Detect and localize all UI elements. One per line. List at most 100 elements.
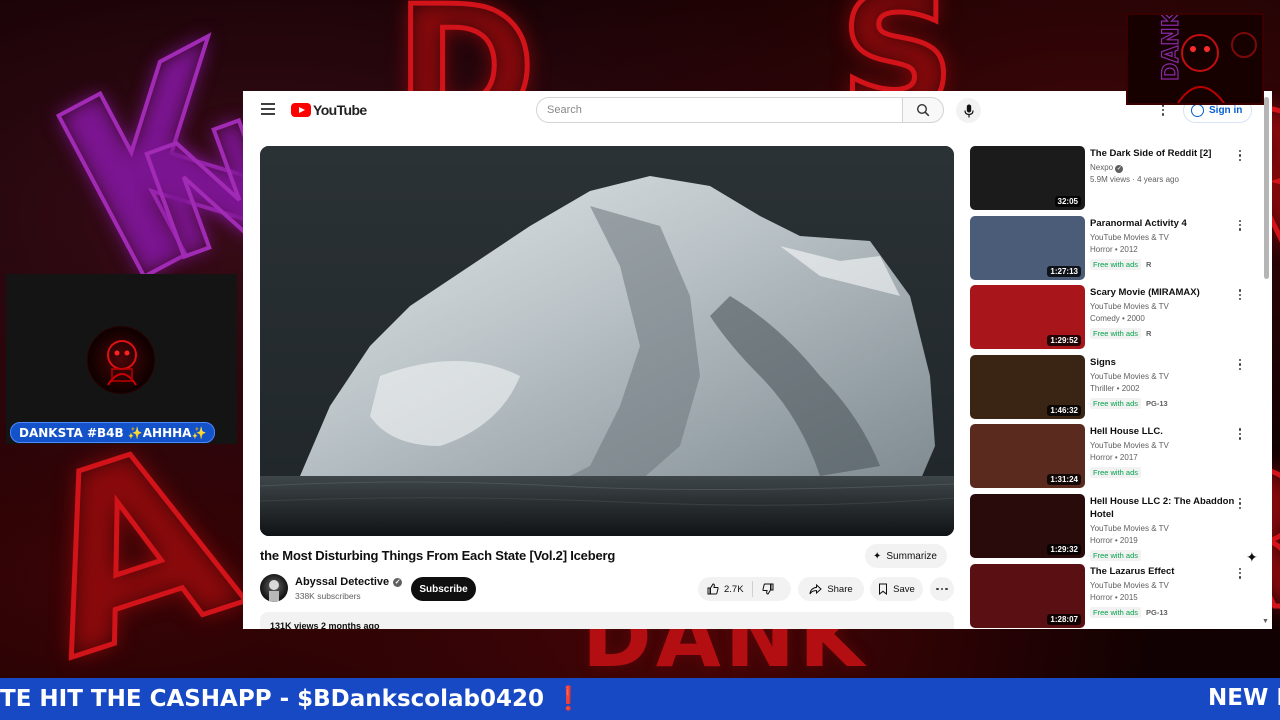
channel-name: YouTube Movies & TV <box>1090 232 1169 242</box>
save-button[interactable]: Save <box>870 577 923 601</box>
channel-name: YouTube Movies & TV <box>1090 302 1169 312</box>
more-actions-button[interactable] <box>930 577 954 601</box>
rating-badge: PG-13 <box>1146 607 1168 617</box>
free-with-ads-badge: Free with ads <box>1090 258 1142 270</box>
more-vertical-icon[interactable] <box>1236 358 1244 373</box>
exclamation-icon: ❗ <box>553 686 583 712</box>
more-vertical-icon[interactable] <box>1236 567 1244 582</box>
dislike-button[interactable] <box>753 583 783 595</box>
video-duration: 1:31:24 <box>1047 474 1081 486</box>
more-vertical-icon[interactable] <box>1236 150 1244 164</box>
recommendation-item[interactable]: 32:05 The Dark Side of Reddit [2] Nexpo ✓ 5… <box>970 146 1260 216</box>
video-thumbnail[interactable]: 1:28:07 <box>970 563 1085 628</box>
ticker-text: TE HIT THE CASHAPP - $BDankscolab0420 <box>0 686 544 712</box>
video-thumbnail[interactable]: 32:05 <box>970 146 1085 210</box>
description-box[interactable]: 131K views 2 months ago <box>260 612 954 629</box>
page-scrollbar[interactable] <box>1264 97 1269 279</box>
hamburger-menu-icon[interactable] <box>261 103 275 115</box>
search-button[interactable] <box>902 97 944 123</box>
recommendation-title[interactable]: Paranormal Activity 4 <box>1090 217 1245 230</box>
recommendation-channel[interactable]: YouTube Movies & TV <box>1090 232 1240 244</box>
youtube-header: YouTube Sign in <box>243 91 1272 131</box>
recommendation-title[interactable]: Signs <box>1090 356 1245 369</box>
recommendation-title[interactable]: The Dark Side of Reddit [2] <box>1090 147 1245 160</box>
recommendation-title[interactable]: The Lazarus Effect <box>1090 565 1245 578</box>
video-thumbnail[interactable]: 1:27:13 <box>970 215 1085 280</box>
more-vertical-icon[interactable] <box>1236 428 1244 442</box>
recommendation-channel[interactable]: YouTube Movies & TV <box>1090 301 1240 313</box>
verified-check-icon: ✓ <box>1115 165 1124 173</box>
like-dislike-group: 2.7K <box>698 577 791 601</box>
channel-avatar-image <box>269 580 279 602</box>
more-vertical-icon[interactable] <box>1236 497 1244 512</box>
more-vertical-icon[interactable] <box>1236 219 1244 234</box>
recommendation-item[interactable]: 1:28:07 The Lazarus Effect YouTube Movies … <box>970 563 1260 629</box>
sign-in-label: Sign in <box>1209 105 1243 116</box>
recommendation-channel[interactable]: YouTube Movies & TV <box>1090 440 1240 452</box>
youtube-logo[interactable]: YouTube <box>291 101 367 119</box>
thumbs-up-icon <box>707 583 719 595</box>
recommendation-meta: Horror • 2017 <box>1090 453 1138 463</box>
account-circle-icon <box>1191 104 1204 117</box>
views-and-date: 131K views 2 months ago <box>270 621 380 629</box>
microphone-icon <box>963 104 974 117</box>
recommendation-badges: Free with ads R <box>1090 258 1151 270</box>
free-with-ads-badge: Free with ads <box>1090 328 1142 340</box>
donation-ticker: TE HIT THE CASHAPP - $BDankscolab0420 ❗ N… <box>0 678 1280 720</box>
recommendation-item[interactable]: 1:29:52 Scary Movie (MIRAMAX) YouTube Movi… <box>970 285 1260 355</box>
channel-avatar[interactable] <box>260 574 288 602</box>
share-button[interactable]: Share <box>798 577 864 601</box>
video-thumbnail[interactable]: 1:29:52 <box>970 285 1085 350</box>
summarize-label: Summarize <box>886 550 937 562</box>
share-arrow-icon <box>809 583 823 594</box>
video-player[interactable] <box>260 146 954 536</box>
video-thumbnail[interactable]: 1:31:24 <box>970 424 1085 489</box>
video-frame-iceberg <box>260 146 954 536</box>
recommendation-meta: Horror • 2015 <box>1090 592 1138 602</box>
recommendation-badges: Free with ads <box>1090 549 1142 561</box>
rating-badge: R <box>1146 329 1152 339</box>
svg-text:DANK: DANK <box>1159 15 1184 81</box>
recommendation-badges: Free with ads PG-13 <box>1090 606 1168 618</box>
recommendation-channel[interactable]: YouTube Movies & TV <box>1090 371 1240 383</box>
recommendation-channel[interactable]: YouTube Movies & TV <box>1090 523 1240 535</box>
youtube-play-icon <box>291 103 311 117</box>
recommendation-title[interactable]: Hell House LLC. <box>1090 425 1245 438</box>
streamer-avatar-art <box>107 340 137 386</box>
sparkle-icon: ✦ <box>873 550 882 562</box>
ask-ai-sparkle-icon[interactable]: ✦ <box>1246 549 1258 566</box>
video-thumbnail[interactable]: 1:29:32 <box>970 493 1085 558</box>
channel-name: YouTube Movies & TV <box>1090 371 1169 381</box>
thumbs-down-icon <box>761 583 774 595</box>
free-with-ads-badge: Free with ads <box>1090 467 1142 479</box>
save-label: Save <box>893 583 915 595</box>
subscribe-button[interactable]: Subscribe <box>411 577 476 601</box>
recommendation-meta: Comedy • 2000 <box>1090 314 1145 324</box>
ticker-message: TE HIT THE CASHAPP - $BDankscolab0420 ❗ <box>0 685 583 712</box>
channel-name-link[interactable]: Abyssal Detective ✓ <box>295 576 403 588</box>
recommendation-channel[interactable]: YouTube Movies & TV <box>1090 580 1240 592</box>
video-duration: 1:29:32 <box>1047 543 1081 555</box>
recommendation-item[interactable]: 1:27:13 Paranormal Activity 4 YouTube Movi… <box>970 215 1260 286</box>
recommendation-badges: Free with ads <box>1090 467 1142 479</box>
channel-name: Nexpo <box>1090 163 1114 172</box>
webcam-box <box>6 274 237 444</box>
more-vertical-icon[interactable] <box>1236 289 1244 303</box>
recommendation-channel[interactable]: Nexpo ✓ <box>1090 162 1240 174</box>
voice-search-button[interactable] <box>956 98 981 123</box>
scroll-down-arrow-icon[interactable]: ▼ <box>1262 618 1269 625</box>
like-button[interactable]: 2.7K <box>698 581 753 597</box>
recommendation-item[interactable]: 1:46:32 Signs YouTube Movies & TV Thriller … <box>970 354 1260 425</box>
recommendation-title[interactable]: Hell House LLC 2: The Abaddon Hotel <box>1090 495 1245 521</box>
free-with-ads-badge: Free with ads <box>1090 397 1142 409</box>
youtube-page: YouTube Sign in <box>243 91 1272 629</box>
bookmark-icon <box>879 583 888 595</box>
recommendation-meta: Thriller • 2002 <box>1090 383 1140 393</box>
recommendation-item[interactable]: 1:29:32 Hell House LLC 2: The Abaddon Hot… <box>970 493 1260 564</box>
summarize-button[interactable]: ✦ Summarize <box>865 544 947 568</box>
video-thumbnail[interactable]: 1:46:32 <box>970 354 1085 419</box>
recommendation-item[interactable]: 1:31:24 Hell House LLC. YouTube Movies & T… <box>970 424 1260 494</box>
search-input[interactable] <box>547 104 902 116</box>
stream-logo: DANK <box>1126 13 1264 105</box>
recommendation-title[interactable]: Scary Movie (MIRAMAX) <box>1090 286 1245 299</box>
